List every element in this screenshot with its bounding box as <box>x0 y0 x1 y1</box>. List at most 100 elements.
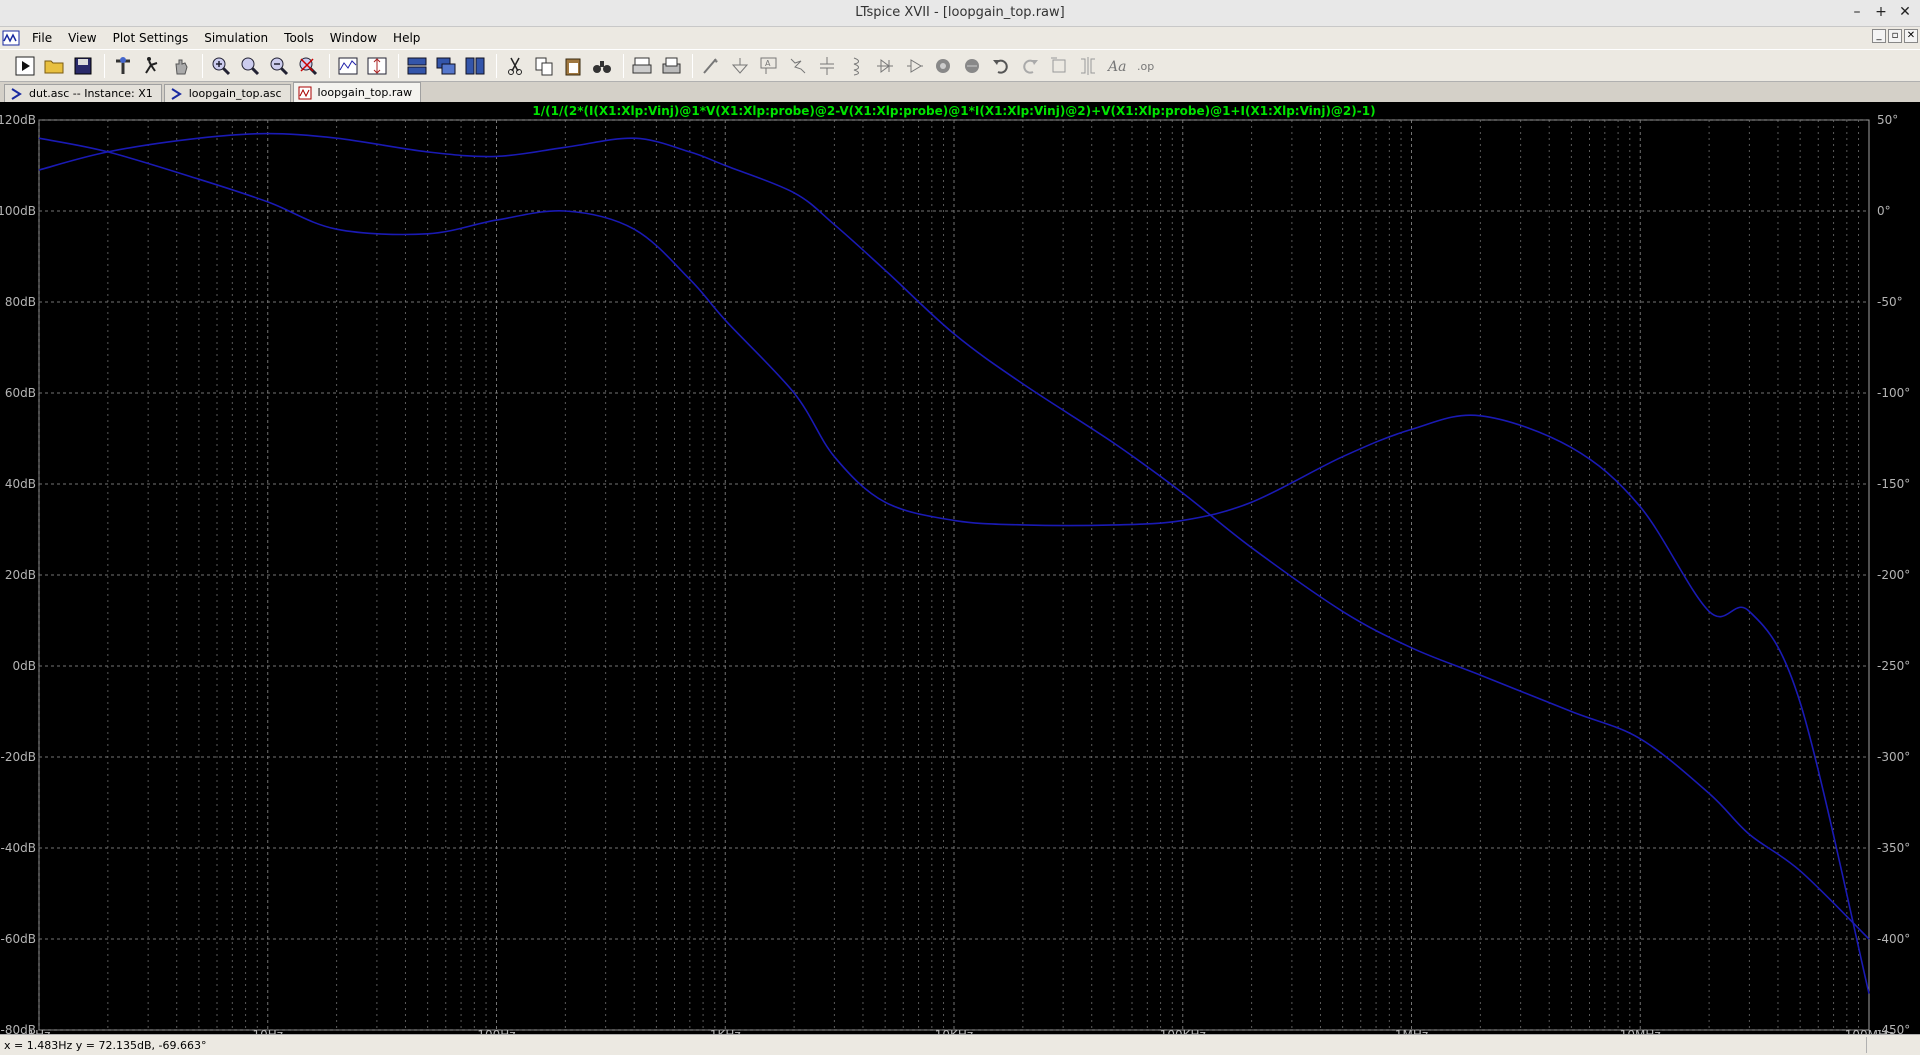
zoom-out-icon <box>270 57 289 75</box>
toolbar-separator <box>692 53 693 78</box>
zoom-area-button[interactable] <box>237 53 263 79</box>
run-button[interactable] <box>12 53 38 79</box>
y-tick-label-right: 50° <box>1877 113 1898 127</box>
toolbar-separator <box>104 53 105 78</box>
menu-view[interactable]: View <box>60 31 104 45</box>
y-tick-label-right: -350° <box>1877 841 1910 855</box>
pan-hand-button[interactable] <box>168 53 194 79</box>
run-icon <box>15 56 35 75</box>
print-setup-icon <box>662 57 681 73</box>
y-tick-label-right: -300° <box>1877 750 1910 764</box>
menu-file[interactable]: File <box>24 31 60 45</box>
y-tick-label-left: 100dB <box>0 204 36 218</box>
close-button[interactable]: ✕ <box>1896 3 1914 21</box>
zoom-fit-button[interactable] <box>295 53 321 79</box>
inductor-button[interactable] <box>843 53 869 79</box>
drag-button[interactable] <box>959 53 985 79</box>
mdi-restore-button[interactable]: ▫ <box>1888 29 1902 43</box>
y-tick-label-left: 0dB <box>13 659 36 673</box>
zoom-in-button[interactable] <box>208 53 234 79</box>
ltspice-app-icon[interactable] <box>2 29 20 47</box>
tab-0[interactable]: dut.asc -- Instance: X1 <box>4 84 162 102</box>
maximize-button[interactable]: + <box>1872 3 1890 21</box>
spice-directive-button[interactable]: .op <box>1133 53 1159 79</box>
capacitor-icon <box>820 56 834 75</box>
menu-plot-settings[interactable]: Plot Settings <box>105 31 197 45</box>
menu-help[interactable]: Help <box>385 31 428 45</box>
window-controls: – + ✕ <box>1848 3 1914 21</box>
svg-text:A: A <box>765 59 771 68</box>
schematic-icon <box>171 87 182 100</box>
schematic-icon <box>11 87 22 100</box>
copy-icon <box>535 57 553 75</box>
tab-1[interactable]: loopgain_top.asc <box>163 84 291 102</box>
toolbar-separator <box>496 53 497 78</box>
save-button[interactable] <box>70 53 96 79</box>
bode-plot[interactable]: 120dB 100dB 80dB 60dB 40dB 20dB 0dB -20dB -40dB -… <box>0 102 1920 1034</box>
resistor-button[interactable] <box>785 53 811 79</box>
y-tick-label-right: -400° <box>1877 932 1910 946</box>
save-icon <box>74 57 92 74</box>
component-button[interactable] <box>901 53 927 79</box>
mdi-minimize-button[interactable]: _ <box>1872 29 1886 43</box>
run-simulation-button[interactable] <box>139 53 165 79</box>
find-icon <box>593 60 611 73</box>
rotate-button[interactable] <box>1046 53 1072 79</box>
tab-2[interactable]: loopgain_top.raw <box>292 82 422 102</box>
menu-tools[interactable]: Tools <box>276 31 322 45</box>
capacitor-button[interactable] <box>814 53 840 79</box>
tile-horizontal-button[interactable] <box>404 53 430 79</box>
trace-expression-title[interactable]: 1/(1/(2*(I(X1:Xlp:Vinj)@1*V(X1:Xlp:probe… <box>532 104 1375 118</box>
inductor-icon <box>853 57 859 75</box>
move-icon <box>936 58 950 73</box>
undo-button[interactable] <box>988 53 1014 79</box>
menu-simulation[interactable]: Simulation <box>196 31 276 45</box>
mdi-close-button[interactable]: ✕ <box>1904 29 1918 43</box>
wire-button[interactable] <box>698 53 724 79</box>
svg-text:.op: .op <box>1137 60 1154 73</box>
move-button[interactable] <box>930 53 956 79</box>
cascade-button[interactable] <box>433 53 459 79</box>
print-setup-button[interactable] <box>658 53 684 79</box>
zoom-fit-icon <box>299 57 318 75</box>
y-tick-label-right: -50° <box>1877 295 1903 309</box>
control-panel-button[interactable] <box>110 53 136 79</box>
rotate-icon <box>1051 57 1066 72</box>
y-tick-label-left: -60dB <box>1 932 36 946</box>
wire-icon <box>703 57 718 74</box>
y-tick-label-right: 0° <box>1877 204 1891 218</box>
diode-icon <box>877 58 893 73</box>
ground-button[interactable] <box>727 53 753 79</box>
control-panel-icon <box>116 56 130 74</box>
open-button[interactable] <box>41 53 67 79</box>
print-button[interactable] <box>629 53 655 79</box>
size-grip <box>1866 1037 1918 1053</box>
autoscale-button[interactable] <box>335 53 361 79</box>
y-tick-label-right: -250° <box>1877 659 1910 673</box>
mirror-button[interactable] <box>1075 53 1101 79</box>
find-button[interactable] <box>589 53 615 79</box>
cut-button[interactable] <box>502 53 528 79</box>
copy-button[interactable] <box>531 53 557 79</box>
minimize-button[interactable]: – <box>1848 3 1866 21</box>
open-icon <box>44 60 64 73</box>
label-button[interactable]: A <box>756 53 782 79</box>
toolbar-separator <box>329 53 330 78</box>
tile-vertical-icon <box>465 57 485 74</box>
zoom-area-icon <box>241 57 260 75</box>
tile-vertical-button[interactable] <box>462 53 488 79</box>
cut-icon <box>508 57 522 75</box>
status-bar: x = 1.483Hz y = 72.135dB, -69.663° <box>0 1034 1920 1055</box>
redo-icon <box>1023 59 1038 74</box>
menu-window[interactable]: Window <box>322 31 385 45</box>
run-simulation-icon <box>145 56 158 74</box>
waveform-plot-pane[interactable]: 120dB 100dB 80dB 60dB 40dB 20dB 0dB -20dB -40dB -… <box>0 102 1920 1034</box>
diode-button[interactable] <box>872 53 898 79</box>
autoscale-y-button[interactable] <box>364 53 390 79</box>
y-tick-label-left: -40dB <box>1 841 36 855</box>
zoom-out-button[interactable] <box>266 53 292 79</box>
redo-button[interactable] <box>1017 53 1043 79</box>
y-tick-label-left: 60dB <box>5 386 36 400</box>
text-button[interactable]: Aa <box>1104 53 1130 79</box>
paste-button[interactable] <box>560 53 586 79</box>
